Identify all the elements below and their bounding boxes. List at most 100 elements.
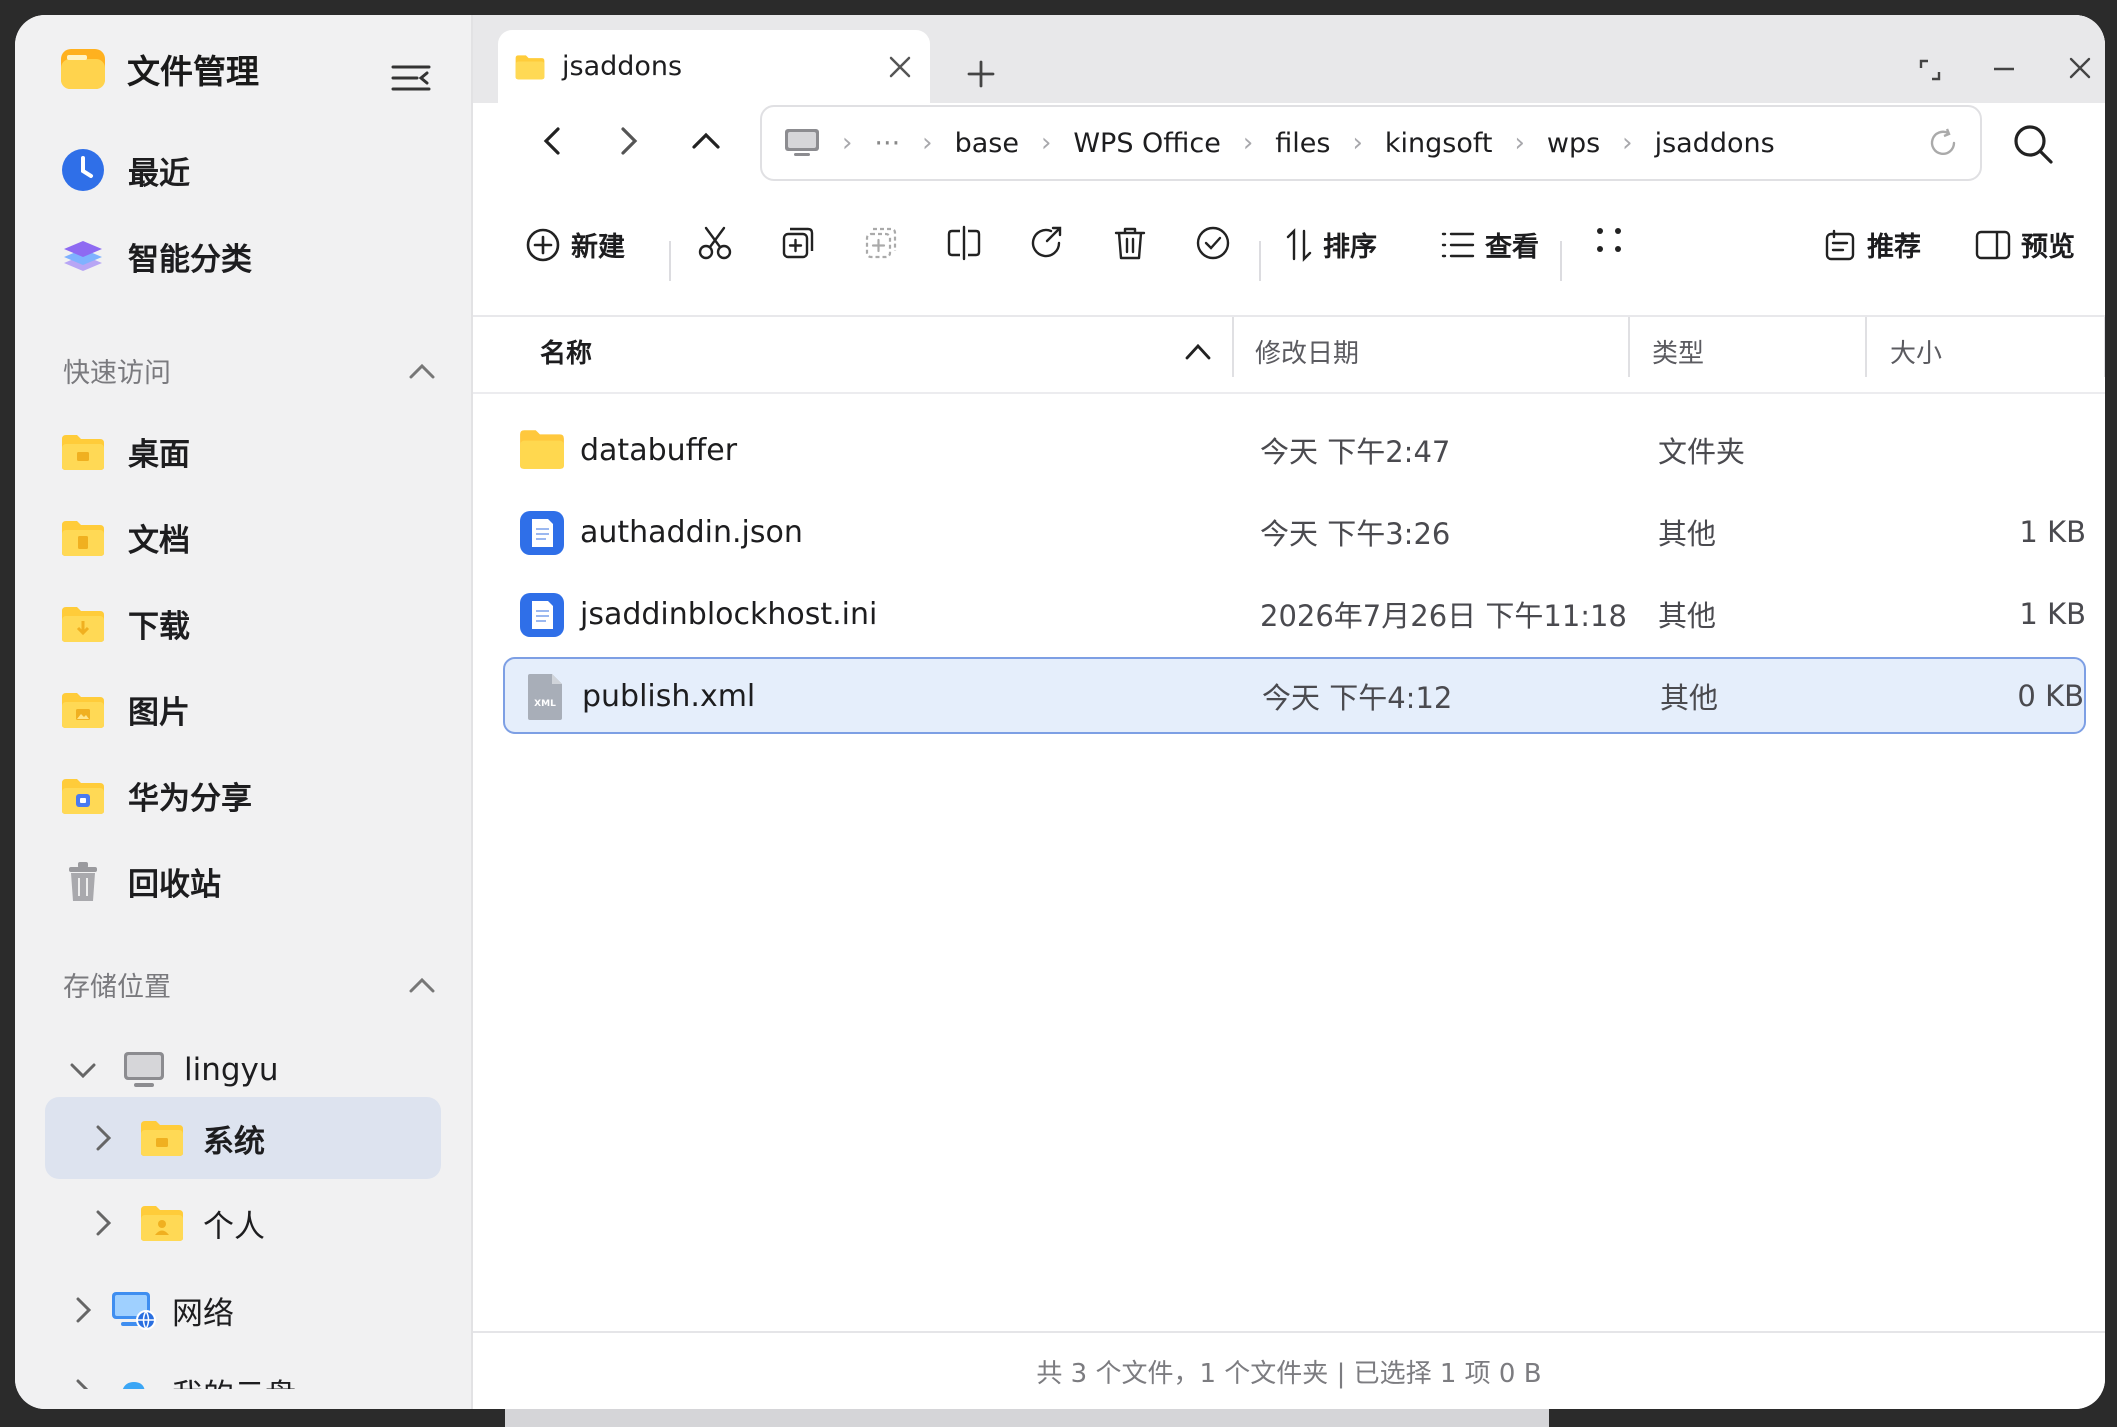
sidebar-item-trash[interactable]: 回收站: [60, 859, 221, 904]
sidebar-item-recent[interactable]: 最近: [60, 147, 190, 193]
refresh-icon[interactable]: [1928, 128, 1958, 158]
chevron-up-icon[interactable]: [409, 977, 435, 993]
chevron-right-icon[interactable]: [75, 1379, 110, 1389]
tree-item-device[interactable]: lingyu: [70, 1045, 279, 1095]
column-type-header[interactable]: 类型: [1652, 333, 1704, 370]
app-header: 文件管理: [59, 45, 259, 93]
sort-icon: [1285, 227, 1313, 263]
list-icon: [1441, 230, 1475, 260]
network-icon: [110, 1290, 156, 1330]
sort-button[interactable]: 排序: [1285, 225, 1377, 264]
sidebar-item-pictures[interactable]: 图片: [60, 687, 190, 732]
column-divider[interactable]: [1865, 317, 1867, 377]
tab-bar: jsaddons: [473, 15, 2105, 103]
sort-label: 排序: [1323, 232, 1377, 263]
tree-item-cloud[interactable]: 我的云盘: [75, 1367, 296, 1389]
window-shadow-strip: [505, 1409, 1549, 1427]
file-name: jsaddinblockhost.ini: [580, 596, 878, 632]
column-divider[interactable]: [1232, 317, 1234, 377]
preview-label: 预览: [2021, 232, 2075, 263]
new-button[interactable]: 新建: [525, 225, 625, 264]
up-button[interactable]: [678, 113, 734, 169]
download-folder-icon: [60, 605, 106, 643]
tab-jsaddons[interactable]: jsaddons: [498, 30, 930, 103]
rename-button[interactable]: [946, 225, 982, 261]
view-button[interactable]: 查看: [1441, 225, 1539, 264]
tree-item-personal[interactable]: 个人: [95, 1198, 265, 1248]
column-divider[interactable]: [1628, 317, 1630, 377]
quick-access-header[interactable]: 快速访问: [63, 351, 435, 390]
share-button[interactable]: [1029, 225, 1065, 261]
breadcrumb-item[interactable]: wps: [1547, 128, 1600, 159]
breadcrumb-item[interactable]: kingsoft: [1385, 128, 1493, 159]
main-panel: jsaddons › ··· › base › WPS Office › fil…: [473, 15, 2105, 1409]
file-row[interactable]: jsaddinblockhost.ini 2026年7月26日 下午11:18 …: [503, 577, 2086, 651]
file-name: databuffer: [580, 432, 738, 468]
chevron-right-icon: ›: [1514, 128, 1525, 158]
search-icon[interactable]: [2012, 123, 2054, 165]
more-button[interactable]: [1594, 225, 1624, 255]
personal-folder-icon: [139, 1204, 185, 1242]
preview-button[interactable]: 预览: [1975, 225, 2075, 264]
address-bar[interactable]: › ··· › base › WPS Office › files › king…: [760, 105, 1982, 181]
close-window-icon[interactable]: [2069, 57, 2091, 79]
chevron-right-icon[interactable]: [95, 1210, 135, 1236]
rename-icon: [946, 225, 982, 261]
chevron-down-icon[interactable]: [70, 1062, 110, 1078]
close-tab-icon[interactable]: [888, 55, 912, 79]
tree-item-system[interactable]: 系统: [95, 1113, 265, 1163]
file-row[interactable]: authaddin.json 今天 下午3:26 其他 1 KB: [503, 495, 2086, 569]
chevron-right-icon: ›: [1040, 128, 1052, 158]
copy-button[interactable]: [780, 225, 816, 261]
paste-button[interactable]: [863, 225, 899, 261]
column-date-header[interactable]: 修改日期: [1255, 333, 1359, 370]
toolbar-divider: [1560, 241, 1562, 281]
share-icon: [1029, 225, 1065, 261]
xml-label: XML: [534, 699, 556, 709]
sidebar-item-label: 下载: [128, 609, 190, 645]
minimize-window-icon[interactable]: [1993, 67, 2015, 71]
sidebar-item-downloads[interactable]: 下载: [60, 601, 190, 646]
cloud-icon: [110, 1372, 156, 1389]
chevron-right-icon: ›: [1622, 128, 1633, 158]
back-button[interactable]: [524, 113, 580, 169]
file-row[interactable]: databuffer 今天 下午2:47 文件夹: [503, 413, 2086, 487]
breadcrumb-item-current[interactable]: jsaddons: [1655, 128, 1775, 159]
column-name-header[interactable]: 名称: [540, 333, 592, 370]
pictures-folder-icon: [60, 691, 106, 729]
chevron-up-icon[interactable]: [409, 363, 435, 379]
sidebar-item-documents[interactable]: 文档: [60, 515, 190, 560]
sidebar-item-label: 回收站: [128, 867, 221, 903]
column-divider[interactable]: [2104, 317, 2105, 377]
restore-window-icon[interactable]: [1919, 59, 1941, 81]
breadcrumb-item[interactable]: WPS Office: [1073, 128, 1221, 159]
column-size-header[interactable]: 大小: [1890, 333, 1942, 370]
recommend-button[interactable]: 推荐: [1823, 225, 1921, 264]
huawei-share-folder-icon: [60, 777, 106, 815]
select-button[interactable]: [1195, 225, 1231, 261]
forward-button[interactable]: [601, 113, 657, 169]
breadcrumb-item[interactable]: base: [955, 128, 1019, 159]
app-logo-icon: [59, 45, 107, 93]
sidebar-item-desktop[interactable]: 桌面: [60, 429, 190, 474]
toolbar-divider: [669, 241, 671, 281]
cut-button[interactable]: [697, 225, 733, 261]
breadcrumb-item[interactable]: files: [1275, 128, 1330, 159]
file-type: 其他: [1660, 681, 1719, 715]
collapse-sidebar-icon[interactable]: [391, 63, 431, 93]
sidebar-item-label: 智能分类: [128, 241, 252, 278]
file-row-selected[interactable]: XML publish.xml 今天 下午4:12 其他 0 KB: [503, 657, 2086, 734]
chevron-right-icon[interactable]: [95, 1125, 135, 1151]
sidebar-item-label: 图片: [128, 695, 190, 731]
tree-item-network[interactable]: 网络: [75, 1285, 234, 1335]
sidebar-item-smart-category[interactable]: 智能分类: [60, 233, 252, 279]
sort-ascending-icon[interactable]: [1185, 342, 1211, 360]
delete-button[interactable]: [1112, 225, 1148, 261]
chevron-right-icon[interactable]: [75, 1297, 110, 1323]
sidebar-item-huawei-share[interactable]: 华为分享: [60, 773, 252, 818]
breadcrumb-more[interactable]: ···: [874, 128, 900, 159]
sidebar-item-label: 华为分享: [128, 781, 252, 817]
new-tab-icon[interactable]: [966, 59, 996, 89]
storage-header[interactable]: 存储位置: [63, 965, 435, 1004]
new-label: 新建: [571, 232, 625, 263]
